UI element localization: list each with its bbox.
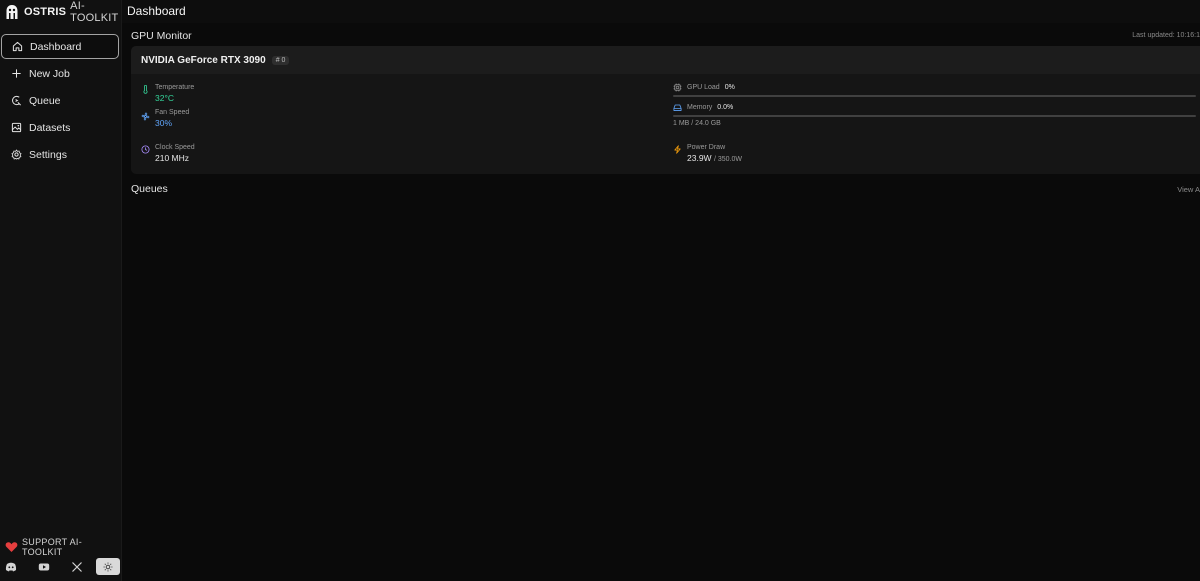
memory-icon [673,103,682,112]
fan-speed-metric: Fan Speed 30% [141,108,189,129]
sidebar-nav: Dashboard New Job Queue Datasets Setting… [0,34,122,169]
temperature-value: 32°C [155,93,174,103]
thermometer-icon [141,85,150,94]
memory-label: Memory [687,104,713,111]
ostris-logo-icon [5,4,19,20]
queues-title: Queues [131,183,168,195]
app-root: OSTRIS AI-TOOLKIT Dashboard New Job Queu… [0,0,1200,581]
view-all-link[interactable]: View A [1177,185,1200,194]
theme-toggle-button[interactable] [96,558,120,575]
sidebar: OSTRIS AI-TOOLKIT Dashboard New Job Queu… [0,0,122,581]
page-title: Dashboard [127,4,186,18]
power-draw-value: 23.9W [687,153,712,163]
queue-icon [11,95,22,106]
sidebar-item-settings[interactable]: Settings [1,142,119,167]
images-icon [11,122,22,133]
sidebar-item-dashboard[interactable]: Dashboard [1,34,119,59]
temperature-metric: Temperature 32°C [141,83,194,104]
brand[interactable]: OSTRIS AI-TOOLKIT [5,0,121,24]
power-draw-limit: / 350.0W [713,156,742,163]
last-updated-text: Last updated: 10:16:1 [1132,32,1200,39]
sidebar-item-queue[interactable]: Queue [1,88,119,113]
top-header: Dashboard [122,0,1200,23]
support-label: SUPPORT AI-TOOLKIT [22,537,82,557]
gpu-card-header: NVIDIA GeForce RTX 3090 # 0 [131,46,1200,74]
support-link[interactable]: SUPPORT AI-TOOLKIT [5,537,121,557]
gpu-load-value: 0% [724,84,735,91]
sidebar-item-label: New Job [29,67,70,80]
clock-icon [141,145,150,154]
gpu-name: NVIDIA GeForce RTX 3090 [141,54,266,66]
fan-icon [141,112,150,121]
gpu-monitor-title: GPU Monitor [131,30,192,42]
sidebar-item-label: Queue [29,94,61,107]
power-draw-metric: Power Draw 23.9W / 350.0W [673,143,742,165]
gpu-load-label: GPU Load [687,84,720,91]
cpu-chip-icon [673,83,682,92]
sun-icon [103,562,113,572]
gpu-card: NVIDIA GeForce RTX 3090 # 0 Temperature … [131,46,1200,174]
youtube-icon[interactable] [38,561,50,573]
lightning-icon [673,145,682,154]
fan-speed-value: 30% [155,118,173,128]
memory-bar [673,115,1196,117]
gpu-load-bar [673,95,1196,97]
clock-speed-label: Clock Speed [155,144,195,151]
power-draw-readout: 23.9W / 350.0W [687,153,742,165]
fan-speed-label: Fan Speed [155,109,190,116]
x-icon[interactable] [71,561,83,573]
gpu-load-metric: GPU Load 0% [673,83,1198,97]
sidebar-item-label: Settings [29,148,67,161]
clock-speed-value: 210 MHz [155,153,190,163]
plus-icon [11,68,22,79]
gear-icon [11,149,22,160]
temperature-label: Temperature [155,84,195,91]
sidebar-item-new-job[interactable]: New Job [1,61,119,86]
clock-speed-metric: Clock Speed 210 MHz [141,143,195,164]
gpu-index-badge: # 0 [271,55,290,65]
sidebar-item-label: Dashboard [30,40,82,53]
power-draw-label: Power Draw [687,144,726,151]
main-content: GPU Monitor Last updated: 10:16:1 NVIDIA… [122,23,1200,581]
memory-usage-text: 1 MB / 24.0 GB [673,120,721,127]
sidebar-item-label: Datasets [29,121,71,134]
brand-subtitle: AI-TOOLKIT [70,0,119,24]
home-icon [12,41,23,52]
memory-value: 0.0% [717,104,734,111]
brand-name: OSTRIS [24,6,67,18]
discord-icon[interactable] [5,561,17,573]
heart-icon [5,541,18,553]
sidebar-item-datasets[interactable]: Datasets [1,115,119,140]
memory-metric: Memory 0.0% 1 MB / 24.0 GB [673,103,1198,127]
